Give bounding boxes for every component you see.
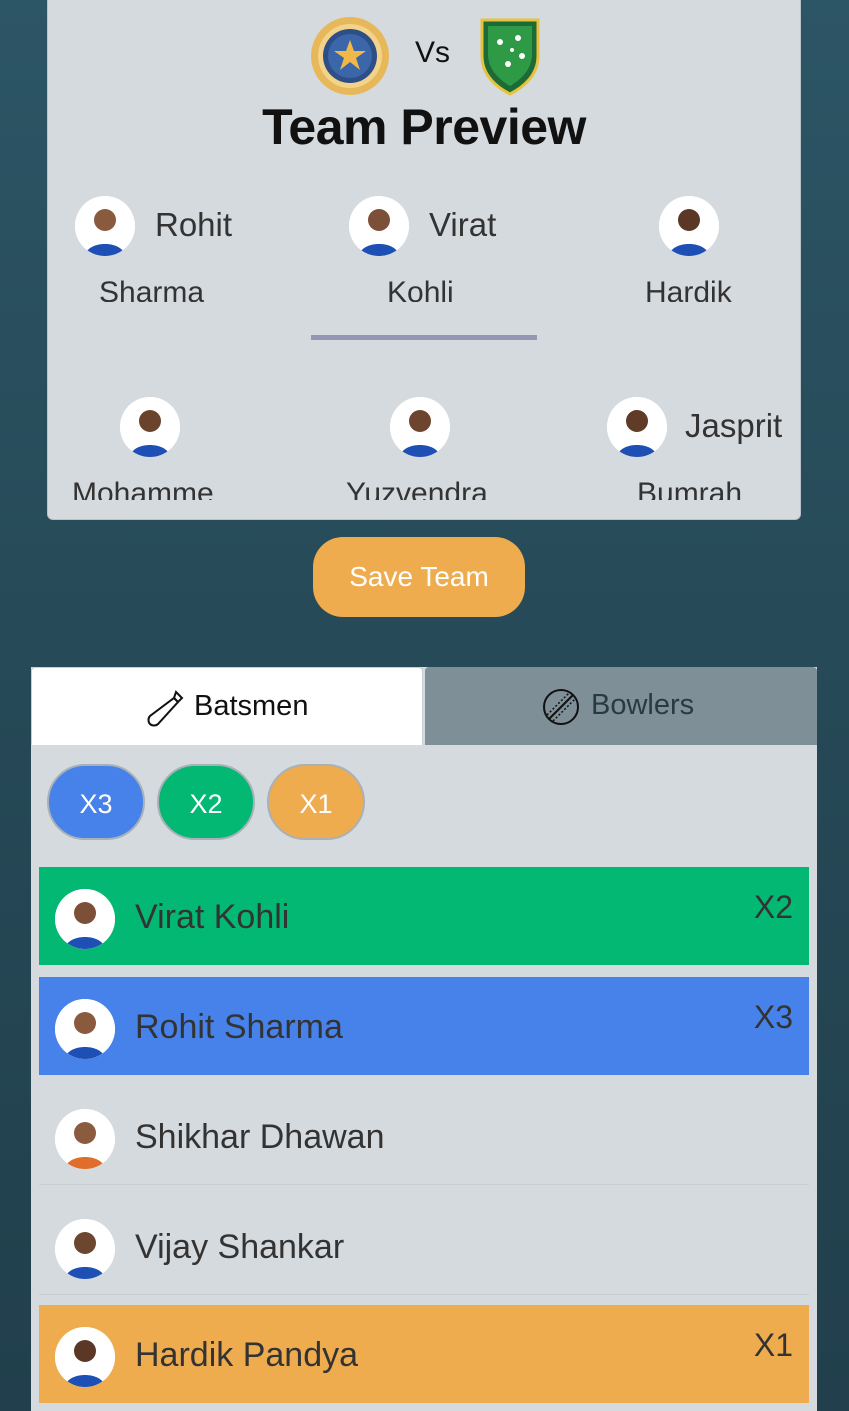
list-item-virat-kohli[interactable]: Virat Kohli X2 [39, 867, 809, 965]
list-item-rohit-sharma[interactable]: Rohit Sharma X3 [39, 977, 809, 1075]
player-name: Hardik Pandya [135, 1336, 359, 1374]
player-avatar [607, 397, 667, 457]
player-avatar [55, 1327, 115, 1387]
tab-bowlers[interactable]: Bowlers [425, 667, 817, 745]
player-first-name: Jasprit [685, 407, 783, 444]
player-avatar [390, 397, 450, 457]
team-preview-card: Vs Team Preview Rohit Sharma Virat Kohli [47, 0, 801, 520]
player-multiplier: X3 [753, 999, 793, 1035]
player-last-name: Bumrah [637, 477, 743, 500]
player-avatar [120, 397, 180, 457]
tab-label: Bowlers [591, 689, 695, 721]
player-last-name: Yuzvendra [346, 477, 488, 500]
player-multiplier: X1 [753, 1327, 793, 1363]
save-team-button[interactable]: Save Team [313, 537, 525, 617]
preview-player[interactable]: Jasprit Bumrah [607, 397, 797, 500]
player-avatar [55, 999, 115, 1059]
tab-label: Batsmen [194, 690, 309, 722]
preview-player[interactable]: Mohamme [72, 397, 272, 500]
list-item-hardik-pandya[interactable]: Hardik Pandya X1 [39, 1305, 809, 1403]
multiplier-x3-button[interactable]: X3 [47, 764, 145, 840]
player-last-name: Mohamme [72, 477, 214, 500]
player-name: Rohit Sharma [135, 1008, 343, 1046]
tab-batsmen[interactable]: Batsmen [31, 667, 423, 745]
player-name: Virat Kohli [135, 898, 290, 936]
player-avatar [55, 1219, 115, 1279]
multiplier-x2-button[interactable]: X2 [157, 764, 255, 840]
preview-player[interactable]: Yuzvendra [346, 397, 546, 500]
player-name: Shikhar Dhawan [135, 1118, 385, 1156]
player-name: Vijay Shankar [135, 1228, 345, 1266]
list-item-shikhar-dhawan[interactable]: Shikhar Dhawan [39, 1087, 809, 1185]
player-avatar [55, 1109, 115, 1169]
player-selection-panel: Batsmen Bowlers X3 X2 X1 Virat Kohli X2 … [31, 667, 817, 1411]
player-avatar [55, 889, 115, 949]
list-item-vijay-shankar[interactable]: Vijay Shankar [39, 1197, 809, 1295]
player-multiplier: X2 [753, 889, 793, 925]
cricket-ball-icon [543, 689, 579, 725]
cricket-bat-icon [147, 690, 184, 727]
multiplier-x1-button[interactable]: X1 [267, 764, 365, 840]
